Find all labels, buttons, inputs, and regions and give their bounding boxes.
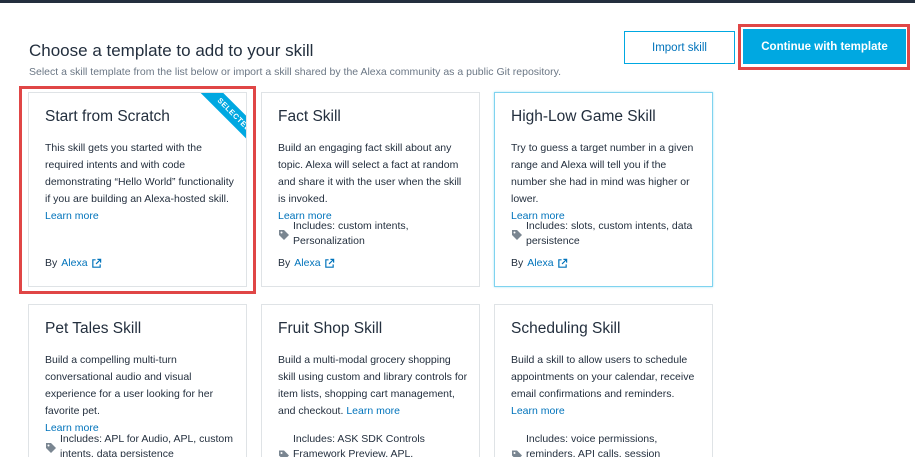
includes-text: Includes: custom intents, Personalizatio…	[293, 220, 409, 247]
external-link-icon[interactable]	[91, 258, 102, 269]
card-title: Start from Scratch	[45, 108, 170, 125]
card-description-text: This skill gets you started with the req…	[45, 142, 234, 205]
continue-with-template-button[interactable]: Continue with template	[743, 29, 906, 64]
import-skill-button[interactable]: Import skill	[624, 31, 735, 64]
includes-text: Includes: slots, custom intents, data pe…	[526, 220, 693, 247]
includes-text: Includes: voice permissions, reminders, …	[526, 433, 661, 457]
card-description: Build a compelling multi-turn conversati…	[45, 352, 237, 437]
card-description: Build an engaging fact skill about any t…	[278, 140, 470, 225]
includes-text: Includes: ASK SDK Controls Framework Pre…	[293, 433, 425, 457]
card-title: Fruit Shop Skill	[278, 320, 383, 337]
learn-more-link[interactable]: Learn more	[346, 405, 400, 417]
card-description: Build a multi-modal grocery shopping ski…	[278, 352, 470, 420]
author-link[interactable]: Alexa	[294, 257, 320, 269]
card-author: By Alexa	[511, 257, 568, 269]
card-title: High-Low Game Skill	[511, 108, 656, 125]
card-description: This skill gets you started with the req…	[45, 140, 237, 225]
by-label: By	[511, 257, 524, 269]
card-description-text: Build a skill to allow users to schedule…	[511, 354, 695, 400]
card-author: By Alexa	[45, 257, 102, 269]
top-bar	[0, 0, 915, 3]
by-label: By	[278, 257, 291, 269]
card-description-text: Try to guess a target number in a given …	[511, 142, 694, 205]
by-label: By	[45, 257, 58, 269]
tag-icon	[279, 230, 289, 240]
page-subtitle: Select a skill template from the list be…	[29, 66, 562, 78]
tag-icon	[512, 230, 522, 240]
template-card-high-low-game-skill[interactable]: High-Low Game Skill Try to guess a targe…	[494, 92, 713, 287]
external-link-icon[interactable]	[557, 258, 568, 269]
card-title: Pet Tales Skill	[45, 320, 142, 337]
card-includes: Includes: slots, custom intents, data pe…	[511, 219, 703, 249]
external-link-icon[interactable]	[324, 258, 335, 269]
template-card-pet-tales-skill[interactable]: Pet Tales Skill Build a compelling multi…	[28, 304, 247, 457]
card-includes: Includes: APL for Audio, APL, custom int…	[45, 432, 237, 457]
tag-icon	[512, 450, 522, 457]
card-includes: Includes: custom intents, Personalizatio…	[278, 219, 470, 249]
template-card-fruit-shop-skill[interactable]: Fruit Shop Skill Build a multi-modal gro…	[261, 304, 480, 457]
includes-text: Includes: APL for Audio, APL, custom int…	[60, 433, 233, 457]
author-link[interactable]: Alexa	[61, 257, 87, 269]
tag-icon	[279, 450, 289, 457]
learn-more-link[interactable]: Learn more	[511, 403, 703, 420]
card-title: Scheduling Skill	[511, 320, 621, 337]
card-includes: Includes: voice permissions, reminders, …	[511, 432, 703, 457]
card-description-text: Build a compelling multi-turn conversati…	[45, 354, 214, 417]
learn-more-link[interactable]: Learn more	[45, 208, 237, 225]
template-card-start-from-scratch[interactable]: Start from Scratch SELECTED This skill g…	[28, 92, 247, 287]
card-description: Build a skill to allow users to schedule…	[511, 352, 703, 420]
card-title: Fact Skill	[278, 108, 341, 125]
author-link[interactable]: Alexa	[527, 257, 553, 269]
tag-icon	[46, 443, 56, 453]
card-author: By Alexa	[278, 257, 335, 269]
page-title: Choose a template to add to your skill	[29, 41, 314, 60]
card-includes: Includes: ASK SDK Controls Framework Pre…	[278, 432, 470, 457]
card-description: Try to guess a target number in a given …	[511, 140, 703, 225]
template-card-fact-skill[interactable]: Fact Skill Build an engaging fact skill …	[261, 92, 480, 287]
template-card-scheduling-skill[interactable]: Scheduling Skill Build a skill to allow …	[494, 304, 713, 457]
card-description-text: Build an engaging fact skill about any t…	[278, 142, 462, 205]
